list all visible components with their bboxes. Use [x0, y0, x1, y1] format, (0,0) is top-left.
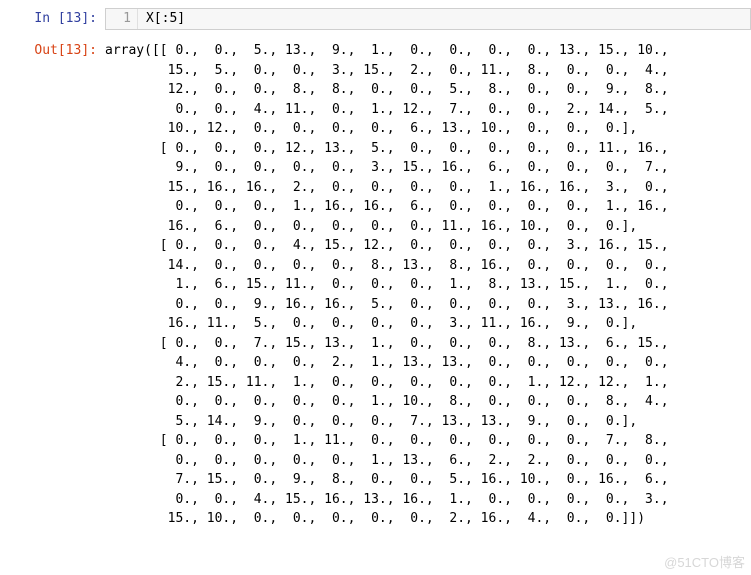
in-prompt: In [13]: [0, 8, 105, 30]
line-number: 1 [106, 9, 138, 29]
output-cell: Out[13]: array([[ 0., 0., 5., 13., 9., 1… [0, 40, 751, 529]
code-input-area[interactable]: 1 X[:5] [105, 8, 751, 30]
code-text: X[:5] [138, 9, 185, 29]
output-text: array([[ 0., 0., 5., 13., 9., 1., 0., 0.… [105, 40, 751, 529]
input-cell: In [13]: 1 X[:5] [0, 8, 751, 30]
watermark: @51CTO博客 [664, 552, 745, 571]
out-prompt: Out[13]: [0, 40, 105, 529]
